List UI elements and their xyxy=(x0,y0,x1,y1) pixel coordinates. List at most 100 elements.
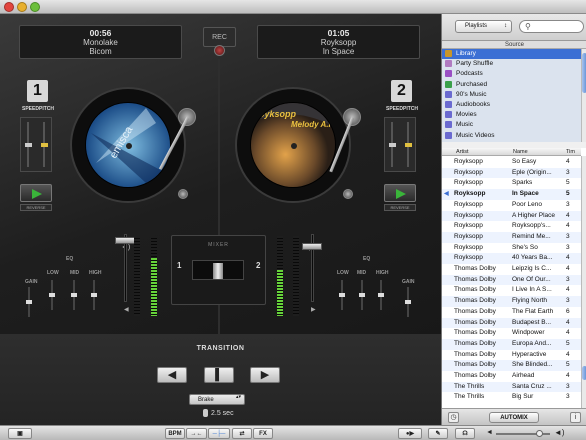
automix-button[interactable]: AUTOMIX xyxy=(489,412,539,423)
deck1-reverse-button[interactable]: REVERSE xyxy=(20,204,52,211)
headphones-button[interactable]: ☊ xyxy=(455,428,475,439)
zoom-button[interactable] xyxy=(30,2,40,12)
info-icon[interactable]: i xyxy=(570,412,581,423)
crossfader-knob[interactable] xyxy=(213,263,223,279)
table-row[interactable]: Thomas Dolby Budapest B... 4 xyxy=(442,317,581,329)
cue-button[interactable]: ✎ xyxy=(428,428,448,439)
record-toggle-button[interactable]: ●▶ xyxy=(398,428,422,439)
table-row[interactable]: Royksopp Sparks 5 xyxy=(442,178,581,189)
deck2-volume-fader[interactable] xyxy=(302,234,322,302)
sync-button[interactable]: →← xyxy=(186,428,207,439)
table-row[interactable]: Thomas Dolby Windpower 4 xyxy=(442,328,581,339)
duration-stepper[interactable] xyxy=(203,409,208,417)
track-time: 3 xyxy=(566,382,570,390)
source-scrollbar[interactable] xyxy=(581,49,586,142)
table-row[interactable]: Thomas Dolby One Of Our... 3 xyxy=(442,274,581,286)
table-row[interactable]: The Thrills Santa Cruz ... 3 xyxy=(442,381,581,393)
table-row[interactable]: Thomas Dolby Flying North 3 xyxy=(442,296,581,307)
pitch-lock-button[interactable]: ─├─ xyxy=(208,428,230,439)
track-time: 4 xyxy=(566,372,570,379)
fullscreen-button[interactable]: ▣ xyxy=(8,428,32,439)
deck2-high-label: HIGH xyxy=(376,270,389,276)
table-row[interactable]: Thomas Dolby She Blinded... 5 xyxy=(442,360,581,371)
source-item[interactable]: Library xyxy=(442,49,581,59)
source-item[interactable]: Party Shuffle xyxy=(442,59,581,69)
source-item[interactable]: Music xyxy=(442,120,581,130)
fx-button[interactable]: FX xyxy=(253,428,273,439)
source-item[interactable]: Music Videos xyxy=(442,131,581,141)
source-item[interactable]: Audiobooks xyxy=(442,100,581,110)
deck2-reverse-button[interactable]: REVERSE xyxy=(384,204,416,211)
table-row[interactable]: Royksopp She's So 3 xyxy=(442,243,581,254)
deck2-high-slider[interactable] xyxy=(378,280,384,310)
table-row[interactable]: Royksopp Royksopp's... 4 xyxy=(442,221,581,232)
deck2-play-button[interactable] xyxy=(384,184,416,202)
table-row[interactable]: Royksopp Remind Me... 3 xyxy=(442,231,581,243)
table-row[interactable]: Thomas Dolby I Live In A S... 4 xyxy=(442,285,581,296)
search-input[interactable]: ⚲ xyxy=(519,20,584,33)
column-time[interactable]: Tim xyxy=(566,148,575,156)
table-row[interactable]: Royksopp Poor Leno 3 xyxy=(442,200,581,211)
deck2-turntable[interactable]: oyksopp Melody A.I xyxy=(235,87,351,203)
deck2-low-slider[interactable] xyxy=(339,280,345,310)
column-name[interactable]: Name xyxy=(513,148,528,156)
source-item[interactable]: 90's Music xyxy=(442,90,581,100)
close-button[interactable] xyxy=(4,2,14,12)
transition-stop-button[interactable]: ▌ xyxy=(204,367,234,383)
table-row[interactable]: Thomas Dolby Airhead 4 xyxy=(442,371,581,382)
deck1-mid-slider[interactable] xyxy=(71,280,77,310)
bpm-button[interactable]: BPM xyxy=(165,428,185,439)
table-row[interactable]: Thomas Dolby Europa And... 5 xyxy=(442,338,581,350)
transition-left-button[interactable]: ◀ xyxy=(157,367,187,383)
deck2-record[interactable]: oyksopp Melody A.I xyxy=(250,102,336,188)
deck1-gain-slider[interactable] xyxy=(26,287,32,317)
library-bottom-bar: ◷ AUTOMIX i xyxy=(442,408,586,425)
deck2-display: 01:05 Royksopp In Space xyxy=(257,25,420,59)
table-row[interactable]: The Thrills Big Sur 3 xyxy=(442,392,581,403)
deck1-volume-fader[interactable] xyxy=(115,234,135,302)
table-row[interactable]: ◀ Royksopp In Space 5 xyxy=(442,189,581,200)
track-scrollbar[interactable] xyxy=(581,156,586,408)
deck1-high-slider[interactable] xyxy=(91,280,97,310)
minimize-button[interactable] xyxy=(17,2,27,12)
deck2-speed-slider[interactable] xyxy=(389,122,396,167)
deck1-low-slider[interactable] xyxy=(49,280,55,310)
table-row[interactable]: Thomas Dolby The Flat Earth 6 xyxy=(442,307,581,318)
deck1-play-button[interactable] xyxy=(20,184,52,202)
deck1-time: 00:56 xyxy=(89,28,112,38)
loop-button[interactable]: ⇄ xyxy=(232,428,252,439)
deck1-title: Bicom xyxy=(89,47,112,56)
deck1-record[interactable]: emisca xyxy=(85,102,171,188)
source-item[interactable]: Purchased xyxy=(442,80,581,90)
source-header: Source xyxy=(442,41,586,49)
deck2-pitch-slider[interactable] xyxy=(405,122,412,167)
track-time: 5 xyxy=(566,179,570,187)
deck1-pitch-slider[interactable] xyxy=(41,122,48,167)
track-time: 3 xyxy=(566,297,570,305)
column-artist[interactable]: Artist xyxy=(456,148,469,156)
table-row[interactable]: Thomas Dolby Leipzig Is C... 4 xyxy=(442,264,581,275)
master-volume-slider[interactable] xyxy=(496,430,550,437)
deck2-gain-slider[interactable] xyxy=(405,287,411,317)
table-row[interactable]: Royksopp A Higher Place 4 xyxy=(442,210,581,222)
playlists-select[interactable]: Playlists xyxy=(455,20,512,33)
deck2-mid-slider[interactable] xyxy=(359,280,365,310)
transition-mode-select[interactable]: Brake xyxy=(189,394,245,405)
track-time: 5 xyxy=(566,339,570,347)
table-row[interactable]: Royksopp 40 Years Ba... 4 xyxy=(442,253,581,264)
track-name: A Higher Place xyxy=(512,211,555,219)
table-row[interactable]: Thomas Dolby Hyperactive 4 xyxy=(442,350,581,361)
crossfader[interactable] xyxy=(192,260,244,280)
clock-icon[interactable]: ◷ xyxy=(448,412,459,423)
source-item[interactable]: Movies xyxy=(442,110,581,120)
table-row[interactable]: Royksopp Eple (Origin... 3 xyxy=(442,167,581,179)
deck1-turntable[interactable]: emisca xyxy=(70,87,186,203)
table-row[interactable]: Royksopp So Easy 4 xyxy=(442,157,581,168)
volume-low-icon: ◄ xyxy=(486,429,493,436)
deck1-speed-slider[interactable] xyxy=(25,122,32,167)
track-time: 4 xyxy=(566,329,570,337)
transition-right-button[interactable]: ▶ xyxy=(250,367,280,383)
track-time: 3 xyxy=(566,393,570,401)
source-item[interactable]: Podcasts xyxy=(442,69,581,79)
record-button[interactable]: REC xyxy=(203,27,236,47)
